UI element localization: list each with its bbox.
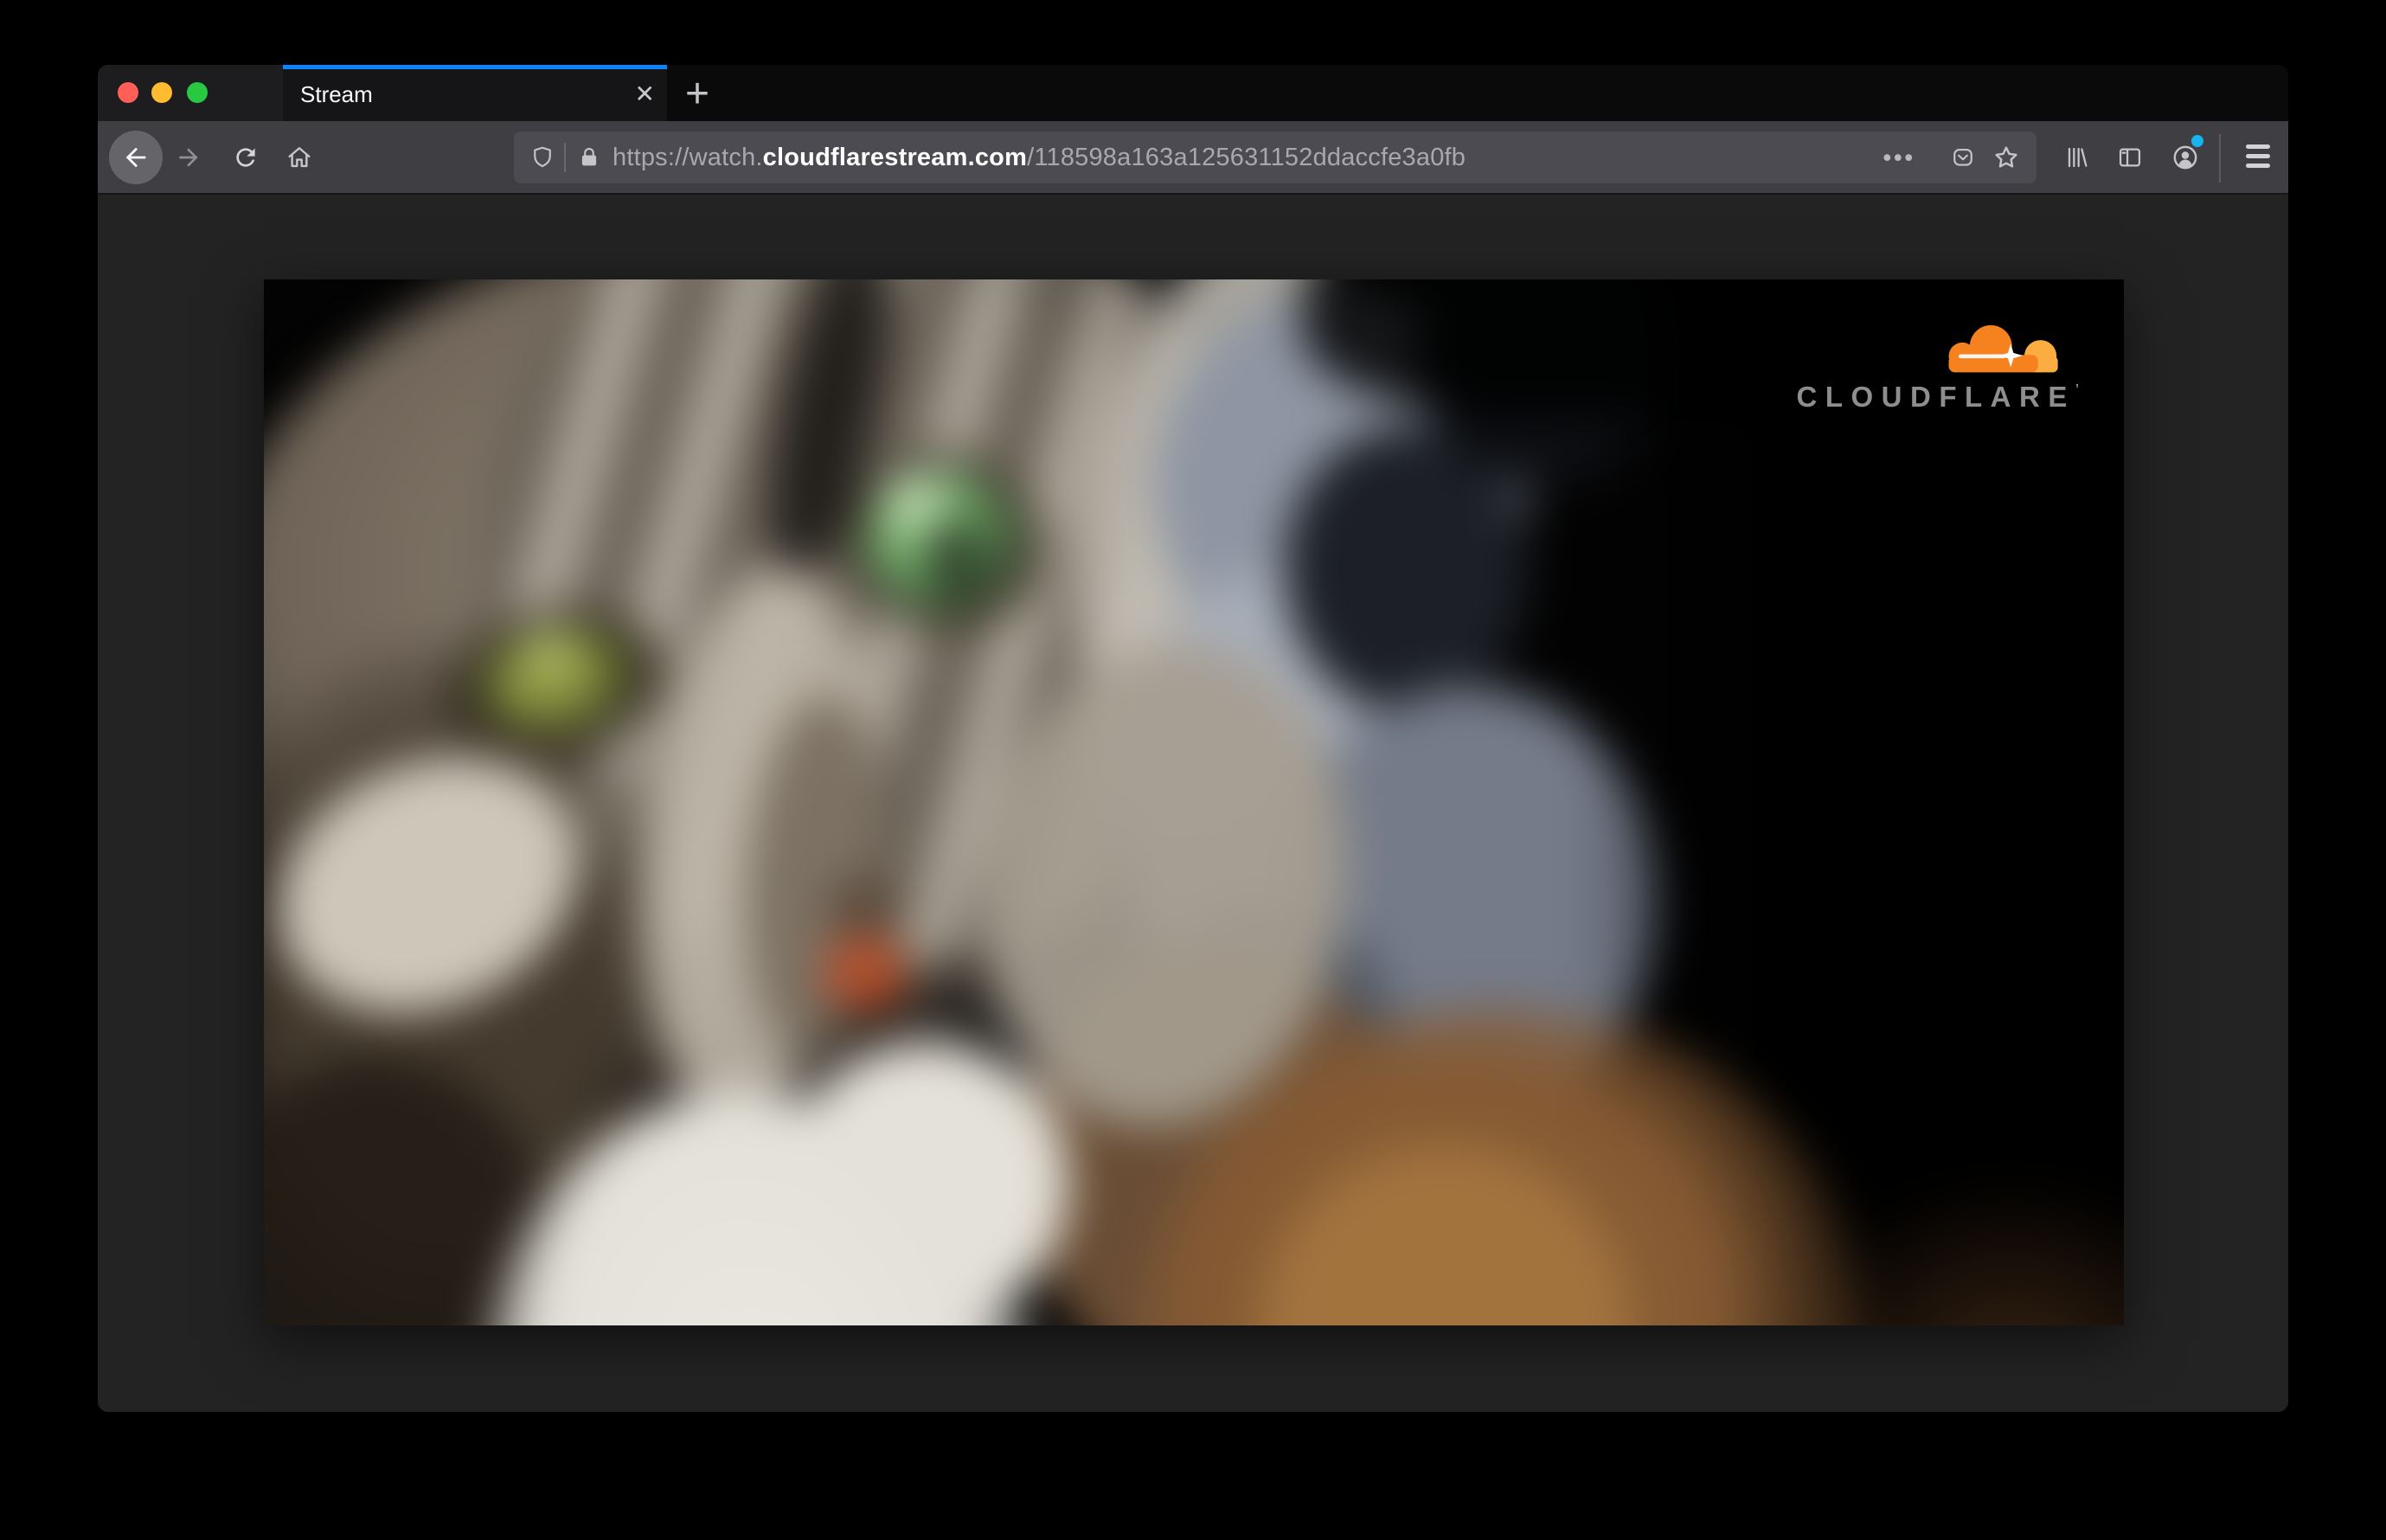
new-tab-button[interactable]: + [672, 67, 722, 119]
account-button[interactable] [2171, 143, 2200, 172]
back-button[interactable] [109, 131, 163, 184]
back-icon [121, 143, 151, 172]
lock-icon[interactable] [576, 144, 602, 170]
shield-icon[interactable] [529, 144, 555, 170]
sidebar-icon [2116, 144, 2144, 171]
cat-nose [822, 935, 908, 1011]
bookmark-star-icon[interactable] [1992, 143, 2021, 172]
url-text[interactable]: https://watch.cloudflarestream.com/11859… [613, 144, 1466, 172]
video-player[interactable]: CLOUDFLARE’ [264, 279, 2124, 1325]
close-tab-icon[interactable]: ✕ [635, 65, 655, 121]
browser-window: Stream ✕ + https://watch.cloudflarestrea… [98, 65, 2288, 1412]
page-content: CLOUDFLARE’ [98, 195, 2288, 1412]
menu-icon [2246, 144, 2270, 149]
cloudflare-logo: CLOUDFLARE’ [1785, 323, 2079, 414]
sidebar-button[interactable] [2116, 144, 2144, 171]
toolbar-separator [2219, 134, 2221, 183]
cat-right-eye [883, 475, 944, 523]
cat-left-eye [523, 634, 575, 671]
tab-bar: Stream ✕ + [98, 65, 2288, 121]
library-button[interactable] [2062, 144, 2090, 171]
urlbar-divider [564, 143, 566, 172]
trademark-tick: ’ [2075, 382, 2079, 397]
home-button[interactable] [285, 143, 314, 172]
url-bar[interactable]: https://watch.cloudflarestream.com/11859… [514, 132, 2036, 183]
desktop: Stream ✕ + https://watch.cloudflarestrea… [0, 0, 2386, 1540]
account-icon [2171, 143, 2200, 172]
forward-icon [175, 144, 202, 171]
url-domain: cloudflarestream.com [762, 143, 1028, 171]
account-notification-dot [2191, 135, 2203, 147]
url-path: /118598a163a125631152ddaccfe3a0fb [1027, 143, 1466, 171]
zoom-window-button[interactable] [187, 82, 208, 103]
minimize-window-button[interactable] [151, 82, 172, 103]
window-controls [98, 65, 283, 121]
navigation-toolbar: https://watch.cloudflarestream.com/11859… [98, 121, 2288, 195]
reload-icon [232, 144, 260, 171]
reload-button[interactable] [232, 144, 260, 171]
tab-stream[interactable]: Stream ✕ [283, 65, 667, 121]
forward-button[interactable] [175, 144, 202, 171]
menu-button[interactable] [2246, 144, 2270, 168]
page-actions-icon[interactable]: ••• [1883, 144, 1915, 171]
pocket-icon[interactable] [1950, 144, 1976, 170]
tab-title: Stream [300, 81, 373, 107]
video-blob [828, 876, 901, 941]
close-window-button[interactable] [118, 82, 138, 103]
url-scheme-host: https://watch. [613, 143, 763, 171]
cat-right-eye [923, 515, 984, 597]
cloudflare-wordmark: CLOUDFLARE’ [1796, 381, 2079, 414]
blurred-cat-frame [264, 279, 2124, 1325]
cloudflare-cloud-icon [1921, 323, 2070, 379]
home-icon [285, 143, 314, 172]
library-icon [2062, 144, 2090, 171]
